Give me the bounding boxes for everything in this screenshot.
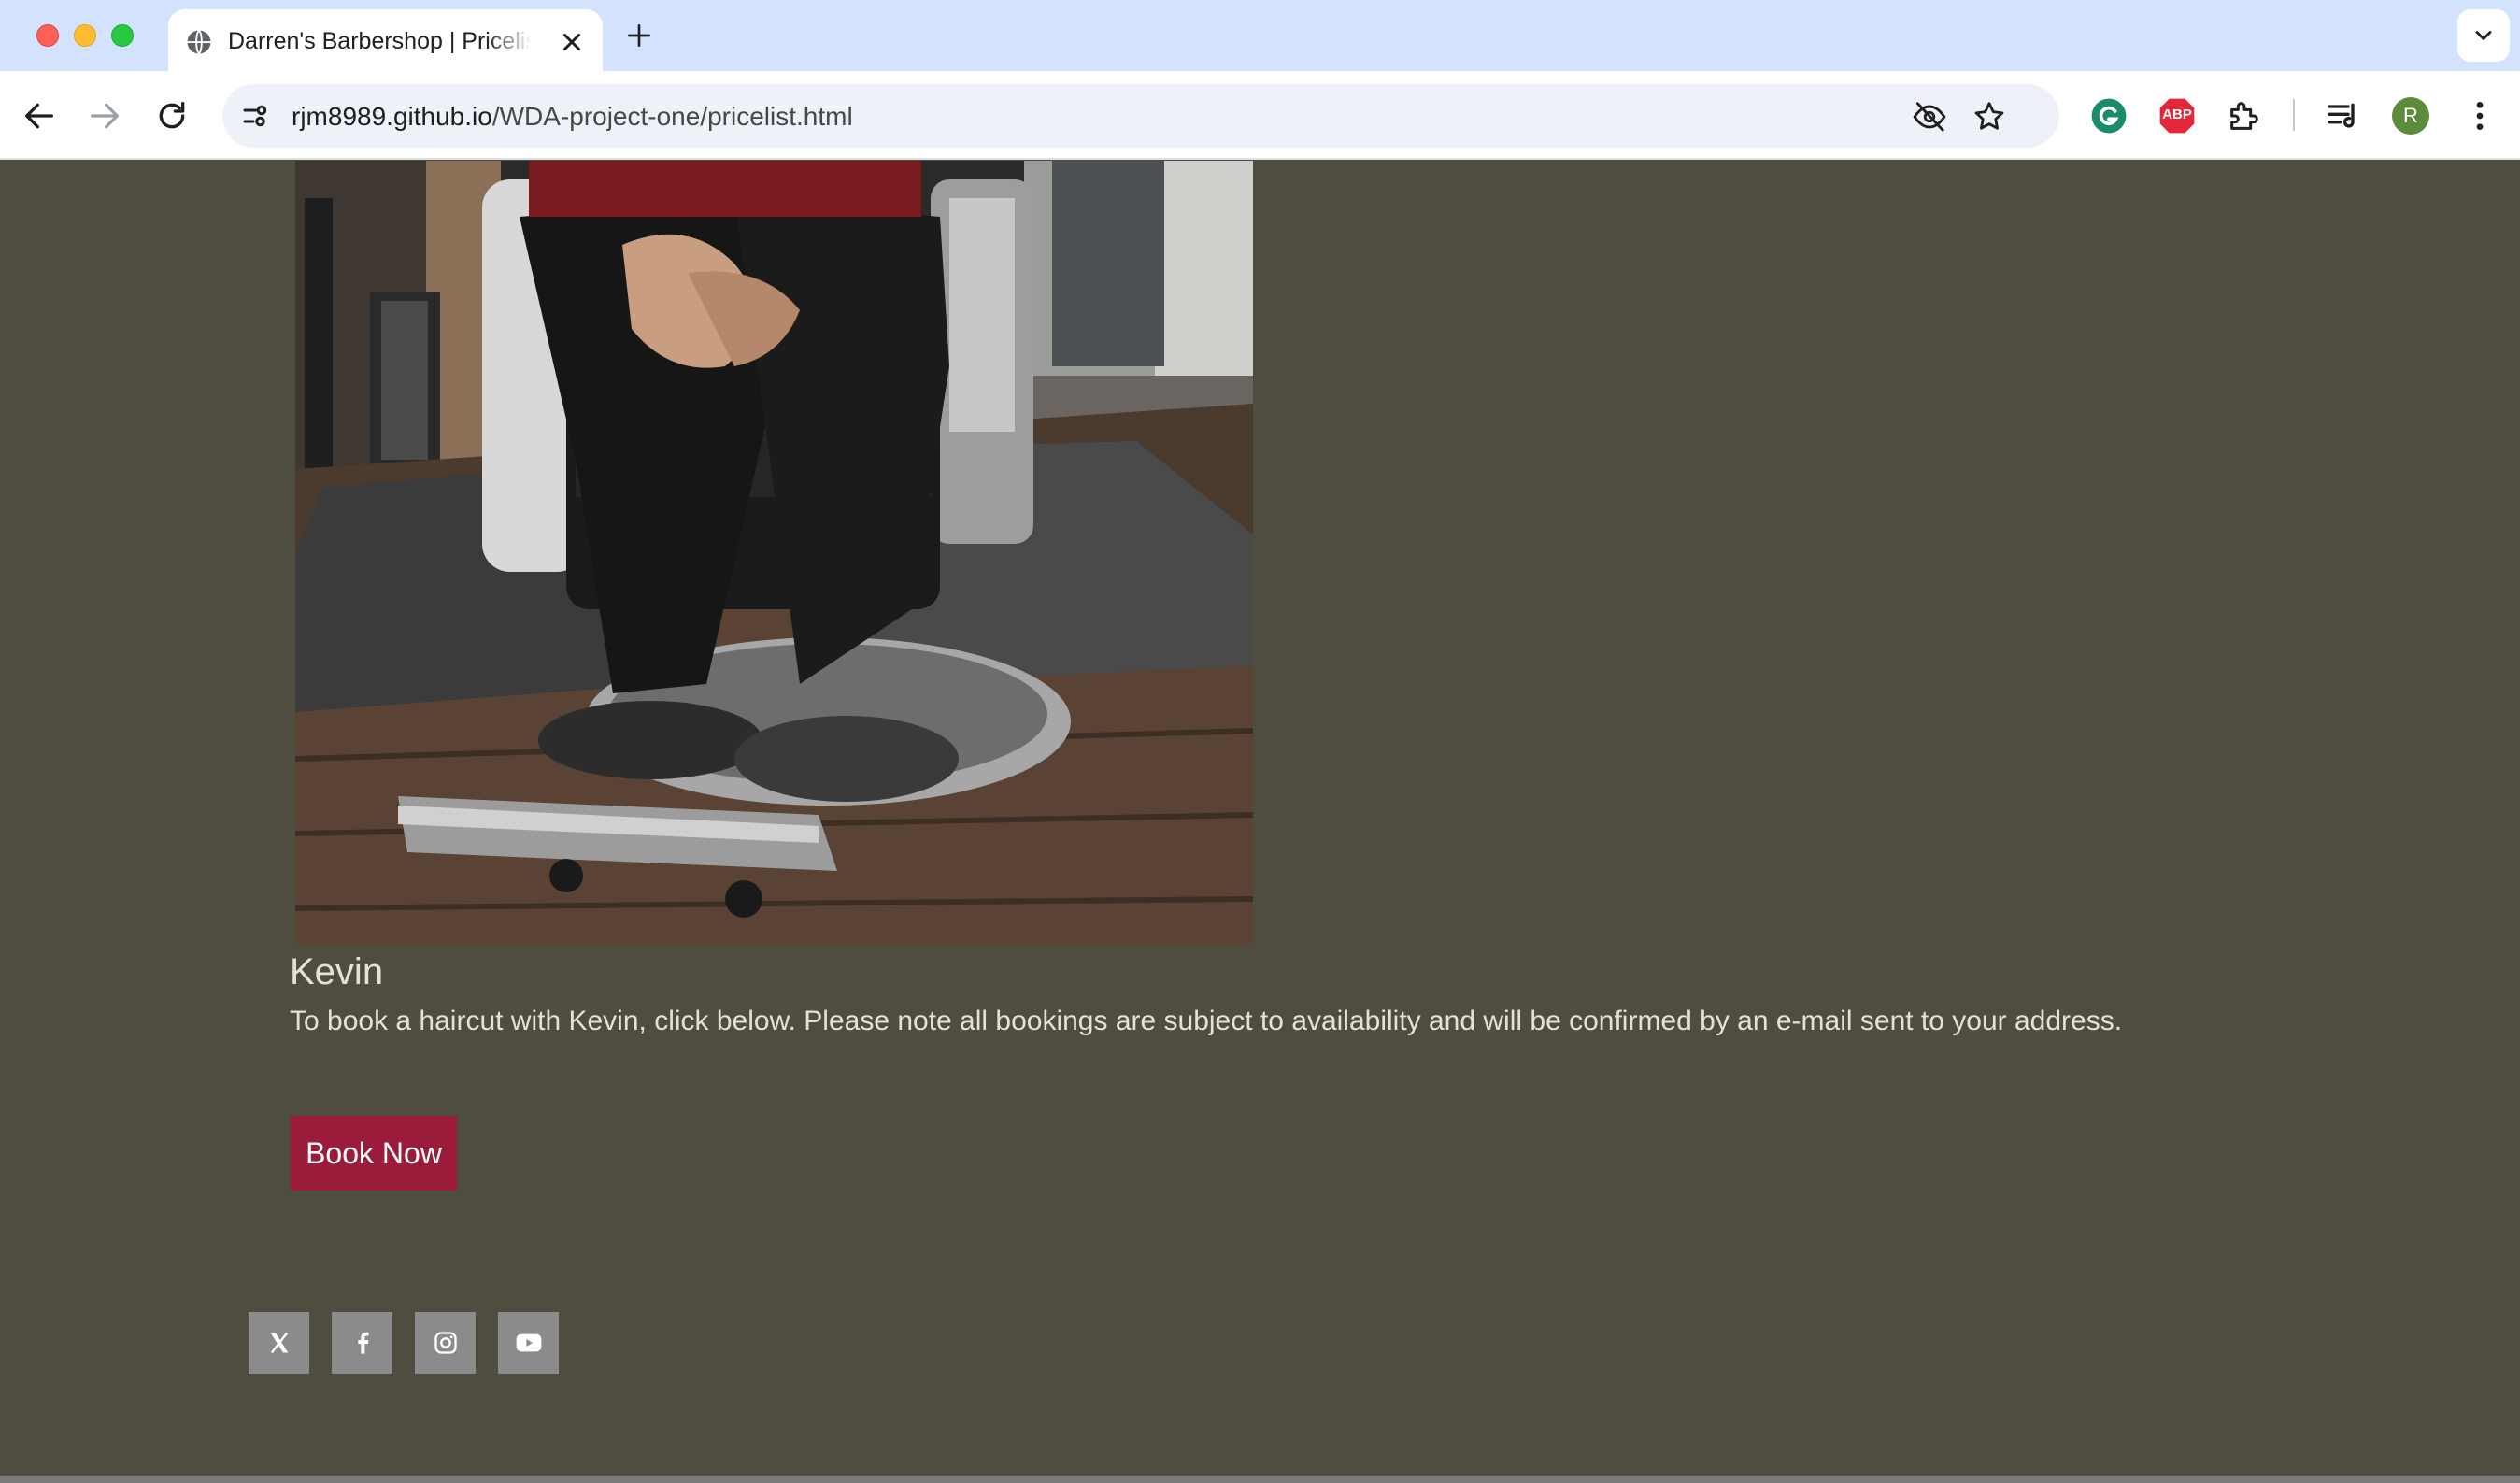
site-settings-icon[interactable]	[239, 99, 273, 133]
forward-arrow-icon[interactable]	[86, 97, 123, 135]
back-arrow-icon[interactable]	[21, 97, 58, 135]
eye-slash-icon[interactable]	[1912, 99, 1947, 135]
social-link-facebook[interactable]	[332, 1312, 392, 1374]
book-now-button[interactable]: Book Now	[291, 1116, 457, 1191]
x-twitter-icon	[270, 1332, 288, 1354]
reload-icon[interactable]	[153, 97, 191, 135]
browser-tab-strip: Darren's Barbershop | Pricelist	[0, 0, 2520, 71]
toolbar-divider	[2293, 99, 2295, 131]
facebook-icon	[357, 1332, 369, 1354]
media-queue-icon[interactable]	[2325, 97, 2362, 135]
page-bottom-edge	[0, 1476, 2520, 1483]
browser-tab-active[interactable]: Darren's Barbershop | Pricelist	[168, 9, 603, 71]
url-path: /WDA-project-one/pricelist.html	[491, 102, 853, 131]
youtube-icon	[516, 1333, 541, 1352]
kebab-menu-icon[interactable]	[2461, 97, 2499, 135]
social-link-x[interactable]	[249, 1312, 309, 1374]
new-tab-plus-icon[interactable]	[624, 21, 654, 50]
browser-toolbar: rjm8989.github.io/WDA-project-one/pricel…	[0, 71, 2520, 160]
page-viewport: Kevin To book a haircut with Kevin, clic…	[0, 161, 2520, 1483]
window-maximize-button[interactable]	[111, 24, 134, 47]
address-bar[interactable]: rjm8989.github.io/WDA-project-one/pricel…	[222, 84, 2059, 148]
globe-icon	[187, 29, 211, 55]
tab-search-button[interactable]	[2457, 9, 2510, 62]
tab-title-fade	[486, 22, 551, 60]
booking-description: To book a haircut with Kevin, click belo…	[290, 1005, 2123, 1036]
grammarly-icon[interactable]	[2090, 97, 2128, 135]
barber-photo	[295, 161, 1253, 946]
chevron-down-icon	[2475, 31, 2492, 40]
extensions-puzzle-icon[interactable]	[2226, 97, 2263, 135]
url-text: rjm8989.github.io/WDA-project-one/pricel…	[292, 102, 853, 132]
window-minimize-button[interactable]	[74, 24, 96, 47]
window-close-button[interactable]	[36, 24, 59, 47]
social-link-instagram[interactable]	[415, 1312, 476, 1374]
profile-avatar[interactable]: R	[2392, 97, 2429, 135]
instagram-icon	[434, 1332, 457, 1354]
barber-name: Kevin	[290, 951, 384, 992]
social-link-youtube[interactable]	[498, 1312, 559, 1374]
adblock-plus-icon[interactable]: ABP	[2158, 97, 2196, 135]
url-host: rjm8989.github.io	[292, 102, 492, 131]
adblock-badge-label: ABP	[2162, 107, 2192, 122]
close-icon[interactable]	[558, 28, 586, 56]
bookmark-star-icon[interactable]	[1972, 99, 2007, 135]
barber-photo-illustration	[295, 161, 1253, 946]
